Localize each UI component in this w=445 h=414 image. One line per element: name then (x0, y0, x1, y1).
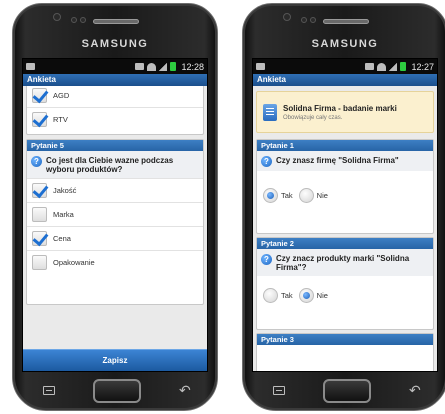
earpiece-speaker (93, 19, 139, 24)
survey-content[interactable]: AGD RTV Pytanie 5 ? Co jest dla Ciebie w… (23, 86, 207, 371)
app-title: Ankieta (253, 74, 437, 86)
survey-content[interactable]: Solidna Firma - badanie marki Obowiązuje… (253, 86, 437, 371)
question-mark-icon: ? (261, 254, 272, 265)
radio-group: Tak Nie (257, 276, 433, 313)
question-text: Czy znacz produkty marki "Solidna Firma"… (276, 254, 410, 272)
option-row[interactable]: RTV (27, 107, 203, 131)
front-camera-icon (283, 13, 291, 21)
question-text-row: ? Czy znacz produkty marki "Solidna Firm… (257, 249, 433, 276)
option-row[interactable]: AGD (27, 86, 203, 107)
radio-label: Nie (316, 191, 328, 200)
wifi-icon (377, 62, 387, 71)
radio-label: Tak (281, 191, 293, 200)
question-card: Pytanie 2 ? Czy znacz produkty marki "So… (256, 237, 434, 330)
question-text-row: ? Co jest dla Ciebie wazne podczas wybor… (27, 151, 203, 178)
brand-logo: SAMSUNG (81, 38, 149, 50)
sensor-icon (301, 17, 307, 23)
menu-key-icon[interactable] (273, 386, 285, 395)
status-bar: 12:27 (253, 59, 437, 74)
status-time: 12:28 (181, 61, 204, 72)
sensor-icon (71, 17, 77, 23)
app-title: Ankieta (23, 74, 207, 86)
checkbox[interactable] (32, 183, 47, 198)
option-label: Marka (53, 210, 74, 219)
radio-button[interactable] (263, 288, 278, 303)
radio-button[interactable] (298, 188, 314, 203)
radio-button[interactable] (263, 188, 278, 203)
brand-logo: SAMSUNG (311, 38, 379, 50)
earpiece-speaker (323, 19, 369, 24)
menu-key-icon[interactable] (43, 386, 55, 395)
sync-icon (135, 63, 145, 70)
notice-title: Solidna Firma - badanie marki (283, 103, 397, 113)
checkbox[interactable] (32, 255, 47, 270)
checkbox[interactable] (32, 231, 47, 246)
battery-icon (400, 62, 407, 71)
question-card: Pytanie 3 (256, 333, 434, 371)
document-icon (263, 103, 277, 121)
signal-icon (389, 62, 398, 71)
option-label: RTV (53, 115, 68, 124)
sensor-icon (310, 17, 316, 23)
right-phone: SAMSUNG 12:27 Ankieta Solidna Firma - ba… (242, 3, 445, 411)
checkbox[interactable] (32, 207, 47, 222)
notification-icon (26, 63, 35, 70)
status-bar: 12:28 (23, 59, 207, 74)
status-time: 12:27 (411, 61, 434, 72)
wifi-icon (147, 62, 157, 71)
hardware-keys: ↶ (243, 376, 445, 408)
back-arrow-icon[interactable]: ↶ (179, 382, 191, 398)
question-card: Pytanie 5 ? Co jest dla Ciebie wazne pod… (26, 139, 204, 305)
option-label: AGD (53, 90, 70, 100)
question-header: Pytanie 5 (27, 140, 203, 151)
hardware-keys: ↶ (13, 376, 217, 408)
notice-subtitle: Obowiązuje cały czas. (283, 114, 343, 121)
question-card: Pytanie 1 ? Czy znasz firmę "Solidna Fir… (256, 139, 434, 234)
save-button[interactable]: Zapisz (23, 349, 207, 371)
option-label: Opakowanie (53, 258, 95, 267)
radio-group: Tak Nie (257, 171, 433, 213)
signal-icon (159, 62, 168, 71)
checkbox[interactable] (32, 112, 47, 127)
question-header: Pytanie 1 (257, 140, 433, 151)
back-arrow-icon[interactable]: ↶ (409, 382, 421, 398)
left-screen: 12:28 Ankieta AGD RTV Pytanie 5 ? Co jes… (22, 58, 208, 372)
radio-button[interactable] (298, 288, 314, 303)
home-button[interactable] (323, 379, 371, 403)
front-camera-icon (53, 13, 61, 21)
radio-label: Tak (281, 291, 293, 300)
battery-icon (170, 62, 177, 71)
home-button[interactable] (93, 379, 141, 403)
left-phone: SAMSUNG 12:28 Ankieta AGD RTV Pytanie 5 … (12, 3, 218, 411)
previous-question-card: AGD RTV (26, 86, 204, 135)
radio-label: Nie (316, 291, 328, 300)
question-mark-icon: ? (31, 156, 42, 167)
option-row[interactable]: Jakość (27, 178, 203, 202)
question-header: Pytanie 2 (257, 238, 433, 249)
question-text: Czy znasz firmę "Solidna Firma" (276, 156, 399, 165)
checkbox[interactable] (32, 87, 47, 103)
survey-notice: Solidna Firma - badanie marki Obowiązuje… (256, 91, 434, 133)
question-text: Co jest dla Ciebie wazne podczas wyboru … (46, 156, 174, 174)
sensor-icon (80, 17, 86, 23)
option-label: Cena (53, 234, 71, 243)
notification-icon (256, 63, 265, 70)
question-mark-icon: ? (261, 156, 272, 167)
sync-icon (365, 63, 375, 70)
right-screen: 12:27 Ankieta Solidna Firma - badanie ma… (252, 58, 438, 372)
option-label: Jakość (53, 186, 77, 195)
option-row[interactable]: Cena (27, 226, 203, 250)
option-row[interactable]: Opakowanie (27, 250, 203, 274)
question-header: Pytanie 3 (257, 334, 433, 345)
question-text-row: ? Czy znasz firmę "Solidna Firma" (257, 151, 433, 171)
option-row[interactable]: Marka (27, 202, 203, 226)
